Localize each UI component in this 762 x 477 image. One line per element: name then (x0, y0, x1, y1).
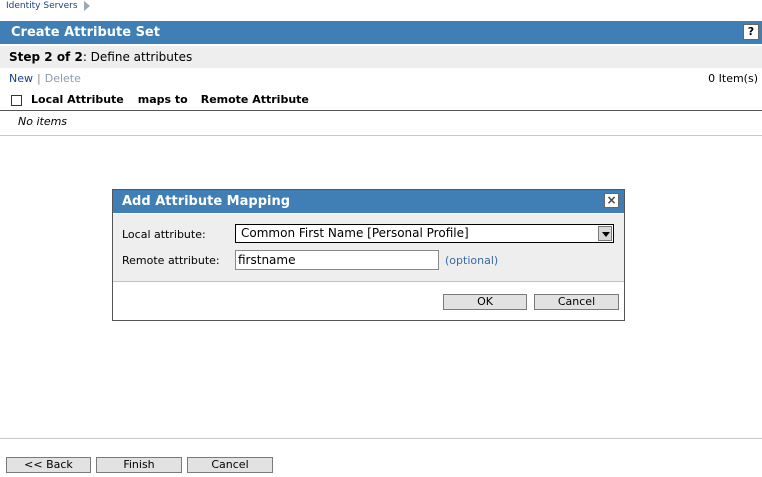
add-attribute-mapping-dialog: Add Attribute Mapping × Local attribute:… (112, 189, 625, 321)
dialog-cancel-button[interactable]: Cancel (534, 294, 619, 310)
select-all-checkbox[interactable] (11, 94, 22, 106)
dialog-title: Add Attribute Mapping (122, 194, 291, 209)
column-local-attribute: Local Attribute (31, 93, 124, 106)
toolbar-separator: | (37, 72, 41, 85)
column-maps-to: maps to (137, 93, 188, 106)
breadcrumb-arrow-icon (83, 1, 90, 11)
step-bar: Step 2 of 2: Define attributes (0, 46, 762, 68)
dialog-title-bar: Add Attribute Mapping × (113, 190, 624, 213)
local-attribute-label: Local attribute: (122, 228, 206, 241)
local-attribute-select[interactable]: Common First Name [Personal Profile] (235, 224, 614, 243)
local-attribute-value: Common First Name [Personal Profile] (241, 226, 469, 240)
optional-hint: (optional) (445, 254, 499, 267)
title-bar: Create Attribute Set ? (0, 21, 762, 44)
breadcrumb: Identity Servers (6, 0, 90, 12)
breadcrumb-item-identity-servers[interactable]: Identity Servers (6, 1, 78, 11)
back-button[interactable]: << Back (6, 457, 91, 473)
divider (0, 135, 762, 136)
remote-attribute-input[interactable] (235, 250, 439, 270)
remote-attribute-label: Remote attribute: (122, 254, 220, 267)
cancel-button[interactable]: Cancel (187, 457, 273, 473)
page: Identity Servers Create Attribute Set ? … (0, 0, 762, 477)
delete-link: Delete (44, 72, 81, 85)
toolbar: New | Delete 0 Item(s) (0, 70, 762, 88)
footer-divider (0, 438, 762, 439)
close-icon[interactable]: × (604, 193, 619, 208)
help-icon[interactable]: ? (743, 24, 759, 40)
step-number: Step 2 of 2 (9, 50, 83, 64)
table-header: Local Attribute maps to Remote Attribute (0, 90, 762, 111)
dialog-body: Local attribute: Common First Name [Pers… (113, 214, 624, 282)
step-description: : Define attributes (82, 50, 193, 64)
finish-button[interactable]: Finish (96, 457, 182, 473)
page-title: Create Attribute Set (11, 25, 160, 40)
item-count: 0 Item(s) (708, 72, 758, 85)
ok-button[interactable]: OK (443, 294, 527, 310)
column-remote-attribute: Remote Attribute (200, 93, 309, 106)
chevron-down-icon[interactable] (598, 226, 612, 241)
empty-table-message: No items (18, 115, 68, 128)
new-link[interactable]: New (9, 72, 33, 85)
